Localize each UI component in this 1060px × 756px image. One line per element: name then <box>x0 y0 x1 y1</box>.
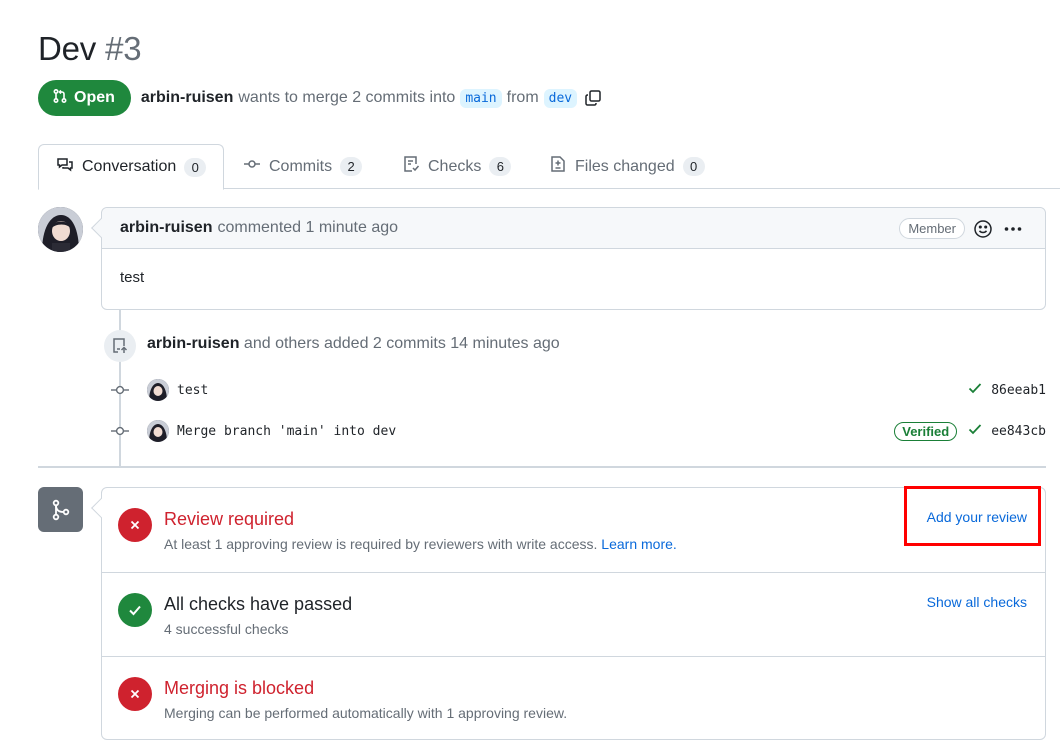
tab-label: Conversation <box>82 158 177 175</box>
merging-blocked-subtitle: Merging can be performed automatically w… <box>164 705 568 721</box>
status-label: Open <box>74 89 115 106</box>
check-icon[interactable] <box>967 380 983 401</box>
status-badge: Open <box>38 80 131 116</box>
commit-sha-link[interactable]: ee843cb <box>991 424 1046 439</box>
page-title: Dev #3 <box>38 30 142 68</box>
event-author-link[interactable]: arbin-ruisen <box>147 335 239 352</box>
checks-subtitle: 4 successful checks <box>164 621 289 637</box>
checks-title: All checks have passed <box>164 594 353 614</box>
commit-row: Merge branch 'main' into dev Verified ee… <box>111 420 1046 442</box>
pr-tabs: Conversation 0 Commits 2 Checks 6 Files … <box>38 144 1060 190</box>
commit-meta: Verified ee843cb <box>894 420 1046 442</box>
comment-header: arbin-ruisen commented 1 minute ago Memb… <box>91 208 1045 249</box>
repo-push-icon <box>104 330 136 362</box>
kebab-icon[interactable] <box>1003 219 1023 244</box>
comment-author-link[interactable]: arbin-ruisen <box>120 219 212 237</box>
merge-status-box: Review required At least 1 approving rev… <box>91 486 1046 740</box>
base-branch[interactable]: main <box>460 88 502 108</box>
commit-icon <box>111 425 129 437</box>
pr-title: Dev <box>38 30 97 67</box>
review-required-subtitle: At least 1 approving review is required … <box>164 536 677 552</box>
timeline-divider <box>38 466 1046 468</box>
avatar[interactable] <box>147 420 169 442</box>
verified-badge[interactable]: Verified <box>894 421 958 441</box>
author-link[interactable]: arbin-ruisen <box>141 89 233 107</box>
git-merge-icon <box>38 487 83 532</box>
copy-icon[interactable] <box>584 89 602 107</box>
merge-text: wants to merge 2 commits into <box>238 89 456 106</box>
comment-body: test <box>120 269 145 286</box>
commit-icon <box>243 155 261 178</box>
merging-blocked-title: Merging is blocked <box>164 678 315 698</box>
highlight-box <box>904 486 1041 546</box>
tab-conversation[interactable]: Conversation 0 <box>38 144 225 190</box>
learn-more-link[interactable]: Learn more. <box>601 536 676 552</box>
check-icon[interactable] <box>967 421 983 442</box>
tab-files-changed[interactable]: Files changed 0 <box>549 144 705 189</box>
tab-checks[interactable]: Checks 6 <box>402 144 512 189</box>
comment-actions <box>973 219 1023 244</box>
pr-state-row: Open arbin-ruisen wants to merge 2 commi… <box>38 80 602 116</box>
checks-section: All checks have passed 4 successful chec… <box>102 572 1045 656</box>
x-circle-icon <box>118 677 152 711</box>
commit-icon <box>111 384 129 396</box>
file-diff-icon <box>549 155 567 178</box>
from-text: from <box>506 89 539 106</box>
commit-message-link[interactable]: Merge branch 'main' into dev <box>177 424 396 439</box>
review-required-text: At least 1 approving review is required … <box>164 536 598 552</box>
tab-counter: 2 <box>340 157 363 176</box>
commit-sha-link[interactable]: 86eeab1 <box>991 383 1046 398</box>
pull-request-icon <box>52 88 68 109</box>
event-description: and others added 2 commits 14 minutes ag… <box>243 335 560 352</box>
x-circle-icon <box>118 508 152 542</box>
avatar[interactable] <box>38 207 83 252</box>
head-branch[interactable]: dev <box>543 88 578 108</box>
tab-counter: 0 <box>682 157 705 176</box>
tab-commits[interactable]: Commits 2 <box>243 144 363 189</box>
tab-counter: 6 <box>489 157 512 176</box>
tab-counter: 0 <box>184 157 207 177</box>
tab-label: Files changed <box>575 157 675 175</box>
commit-row: test 86eeab1 <box>111 379 1046 401</box>
commits-event-text: arbin-ruisen and others added 2 commits … <box>147 335 560 353</box>
pr-meta: arbin-ruisen wants to merge 2 commits in… <box>141 88 602 108</box>
comment-caret <box>91 218 111 238</box>
tab-label: Checks <box>428 157 482 175</box>
avatar[interactable] <box>147 379 169 401</box>
commit-meta: 86eeab1 <box>967 379 1046 401</box>
merging-blocked-section: Merging is blocked Merging can be perfor… <box>102 656 1045 740</box>
comment-box: arbin-ruisen commented 1 minute ago Memb… <box>91 207 1046 310</box>
review-required-section: Review required At least 1 approving rev… <box>102 486 1045 572</box>
commit-message-link[interactable]: test <box>177 383 208 398</box>
review-required-title: Review required <box>164 509 295 529</box>
pr-number: #3 <box>105 30 142 67</box>
checklist-icon <box>402 155 420 178</box>
comment-action[interactable]: commented 1 minute ago <box>217 219 398 237</box>
check-circle-icon <box>118 593 152 627</box>
tab-label: Commits <box>269 157 333 175</box>
smiley-icon[interactable] <box>973 219 993 244</box>
role-badge: Member <box>899 218 965 239</box>
conversation-icon <box>56 156 74 179</box>
show-all-checks-link[interactable]: Show all checks <box>927 594 1027 610</box>
